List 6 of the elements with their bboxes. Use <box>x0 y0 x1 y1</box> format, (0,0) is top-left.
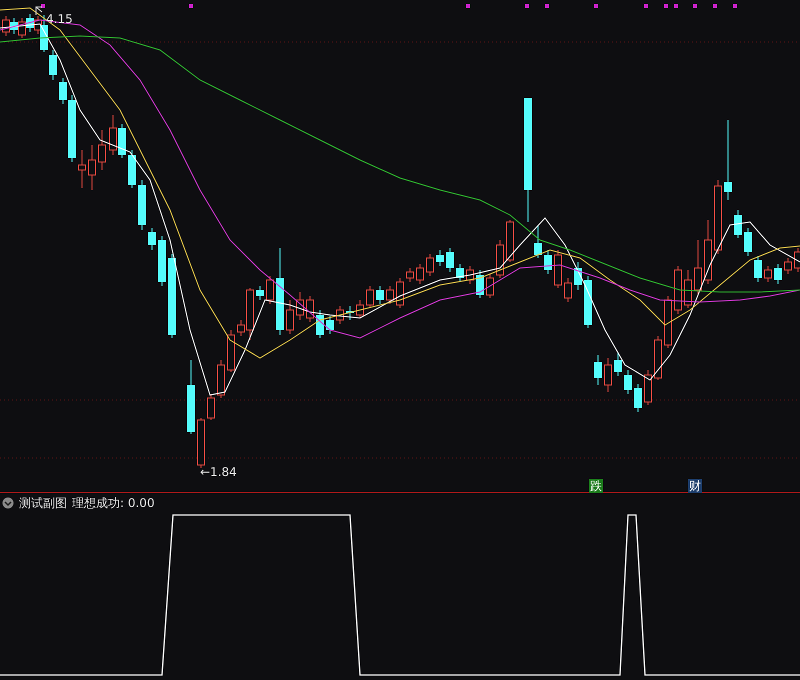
indicator-value: 理想成功: 0.00 <box>72 494 155 512</box>
panel-title: 测试副图 <box>19 494 67 512</box>
signal-badge: 跌 <box>589 479 603 493</box>
high-price-label: 4.15 <box>46 12 73 26</box>
low-price-label: ←1.84 <box>200 465 237 479</box>
signal-badge: 财 <box>688 479 702 493</box>
